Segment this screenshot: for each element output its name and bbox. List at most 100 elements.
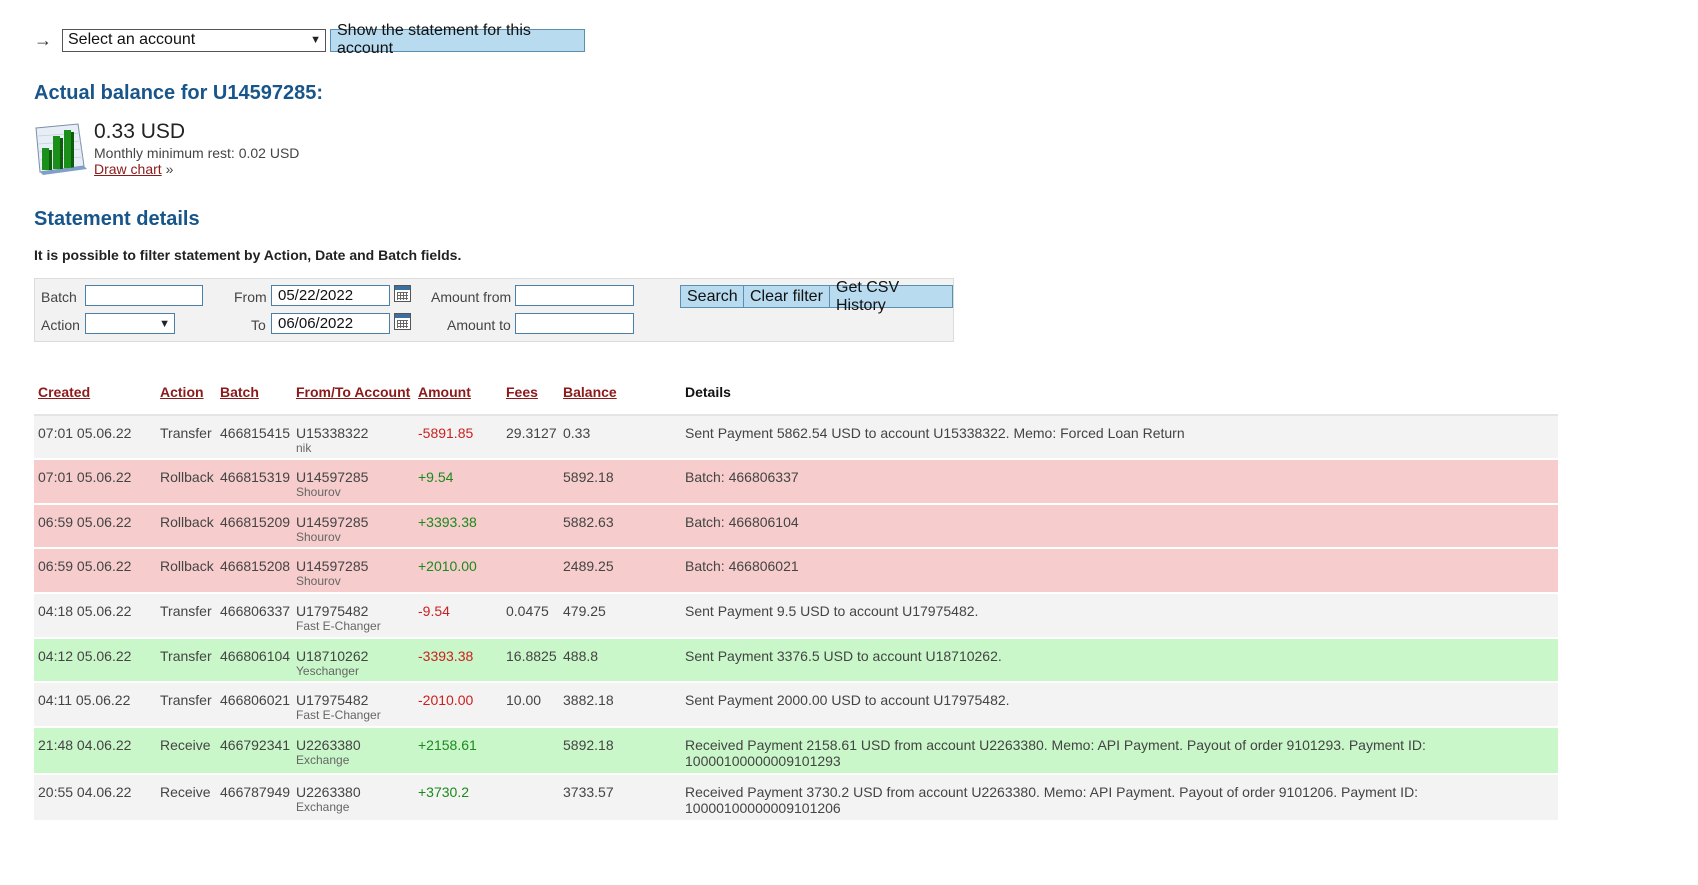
chevron-down-icon: ▼ <box>310 34 321 46</box>
clear-filter-button[interactable]: Clear filter <box>743 285 830 308</box>
cell-details: Sent Payment 3376.5 USD to account U1871… <box>685 648 1002 664</box>
cell-balance: 3882.18 <box>563 692 614 708</box>
show-statement-button[interactable]: Show the statement for this account <box>330 22 585 57</box>
cell-amount: +2010.00 <box>418 558 477 574</box>
cell-created: 06:59 05.06.22 <box>38 558 132 574</box>
cell-fees: 10.00 <box>506 692 542 708</box>
table-row: 06:59 05.06.22 Rollback 466815209 U14597285… <box>34 505 1558 549</box>
cell-account-id: U14597285 <box>296 514 369 530</box>
action-select[interactable]: ▼ <box>85 313 175 334</box>
header-created[interactable]: Created <box>38 384 90 400</box>
cell-amount: +2158.61 <box>418 737 477 753</box>
header-batch[interactable]: Batch <box>220 384 259 400</box>
cell-created: 07:01 05.06.22 <box>38 469 132 485</box>
cell-account: U14597285 Shourov <box>296 558 368 588</box>
get-csv-history-button[interactable]: Get CSV History <box>829 279 953 314</box>
cell-fees: 29.3127 <box>506 425 557 441</box>
cell-balance: 488.8 <box>563 648 599 664</box>
draw-chart-line: Draw chart » <box>94 161 173 177</box>
cell-amount: +3393.38 <box>418 514 477 530</box>
cell-details: Batch: 466806021 <box>685 558 799 574</box>
cell-amount: -9.54 <box>418 603 450 619</box>
cell-created: 04:18 05.06.22 <box>38 603 132 619</box>
cell-balance: 3733.57 <box>563 784 614 800</box>
to-label: To <box>251 317 266 333</box>
search-button[interactable]: Search <box>680 285 745 308</box>
cell-account-name: Exchange <box>296 753 350 767</box>
cell-fees: 16.8825 <box>506 648 557 664</box>
cell-account: U15338322 nik <box>296 425 368 455</box>
batch-input[interactable] <box>85 285 203 306</box>
cell-action: Transfer <box>160 692 212 708</box>
cell-amount: -2010.00 <box>418 692 474 708</box>
cell-details: Sent Payment 2000.00 USD to account U179… <box>685 692 1010 708</box>
cell-account-name: Shourov <box>296 485 341 499</box>
table-row: 07:01 05.06.22 Rollback 466815319 U14597285… <box>34 460 1558 505</box>
cell-action: Receive <box>160 737 211 753</box>
cell-balance: 2489.25 <box>563 558 614 574</box>
cell-details: Received Payment 3730.2 USD from account… <box>685 784 1419 816</box>
cell-batch: 466792341 <box>220 737 291 753</box>
cell-action: Rollback <box>160 558 214 574</box>
cell-account: U14597285 Shourov <box>296 514 368 544</box>
amount-to-input[interactable] <box>515 313 634 334</box>
amount-to-label: Amount to <box>447 317 511 333</box>
cell-batch: 466806021 <box>220 692 291 708</box>
header-fees[interactable]: Fees <box>506 384 538 400</box>
header-action[interactable]: Action <box>160 384 204 400</box>
cell-account-id: U2263380 <box>296 784 361 800</box>
from-date-input[interactable]: 05/22/2022 <box>271 285 390 306</box>
table-row: 07:01 05.06.22 Transfer 466815415 U15338322… <box>34 416 1558 460</box>
cell-account: U17975482 Fast E-Changer <box>296 692 381 722</box>
cell-details: Batch: 466806337 <box>685 469 799 485</box>
cell-account-name: Shourov <box>296 530 341 544</box>
header-balance[interactable]: Balance <box>563 384 617 400</box>
to-date-input[interactable]: 06/06/2022 <box>271 313 390 334</box>
filter-panel: Batch Action ▼ From 05/22/2022 To 06/06/… <box>34 278 954 342</box>
table-body: 07:01 05.06.22 Transfer 466815415 U15338322… <box>34 416 1558 822</box>
cell-details: Sent Payment 5862.54 USD to account U153… <box>685 425 1185 441</box>
amount-from-input[interactable] <box>515 285 634 306</box>
cell-account: U18710262 Yeschanger <box>296 648 368 678</box>
cell-account: U2263380 Exchange <box>296 737 361 767</box>
action-label: Action <box>41 317 80 333</box>
cell-created: 04:11 05.06.22 <box>38 692 131 708</box>
cell-account-name: Fast E-Changer <box>296 619 381 633</box>
cell-fees: 0.0475 <box>506 603 549 619</box>
cell-created: 06:59 05.06.22 <box>38 514 132 530</box>
cell-batch: 466806337 <box>220 603 291 619</box>
cell-balance: 5892.18 <box>563 737 614 753</box>
batch-label: Batch <box>41 289 77 305</box>
calendar-icon[interactable] <box>394 313 411 330</box>
account-select[interactable]: Select an account ▼ <box>62 28 326 52</box>
draw-chart-link[interactable]: Draw chart <box>94 161 162 177</box>
header-account[interactable]: From/To Account <box>296 384 410 400</box>
statement-details-title: Statement details <box>34 208 200 230</box>
account-select-value: Select an account <box>68 31 196 48</box>
cell-account-id: U17975482 <box>296 603 369 619</box>
table-row: 04:18 05.06.22 Transfer 466806337 U17975482… <box>34 594 1558 639</box>
header-amount[interactable]: Amount <box>418 384 471 400</box>
cell-action: Rollback <box>160 514 214 530</box>
cell-account-id: U14597285 <box>296 469 369 485</box>
cell-batch: 466815319 <box>220 469 291 485</box>
cell-account-name: Shourov <box>296 574 341 588</box>
cell-account-id: U15338322 <box>296 425 369 441</box>
calendar-icon[interactable] <box>394 285 411 302</box>
cell-created: 07:01 05.06.22 <box>38 425 132 441</box>
cell-batch: 466806104 <box>220 648 291 664</box>
cell-action: Transfer <box>160 648 212 664</box>
cell-account-name: Fast E-Changer <box>296 708 381 722</box>
cell-account-name: nik <box>296 441 312 455</box>
cell-batch: 466815415 <box>220 425 291 441</box>
cell-amount: +9.54 <box>418 469 454 485</box>
cell-amount: -5891.85 <box>418 425 474 441</box>
cell-account: U14597285 Shourov <box>296 469 368 499</box>
header-details: Details <box>685 384 731 400</box>
account-selector-row: → Select an account ▼ Show the statement… <box>34 22 585 57</box>
cell-balance: 5892.18 <box>563 469 614 485</box>
table-row: 04:11 05.06.22 Transfer 466806021 U17975482… <box>34 683 1558 728</box>
cell-account: U17975482 Fast E-Changer <box>296 603 381 633</box>
cell-balance: 0.33 <box>563 425 591 441</box>
table-row: 04:12 05.06.22 Transfer 466806104 U18710262… <box>34 639 1558 683</box>
